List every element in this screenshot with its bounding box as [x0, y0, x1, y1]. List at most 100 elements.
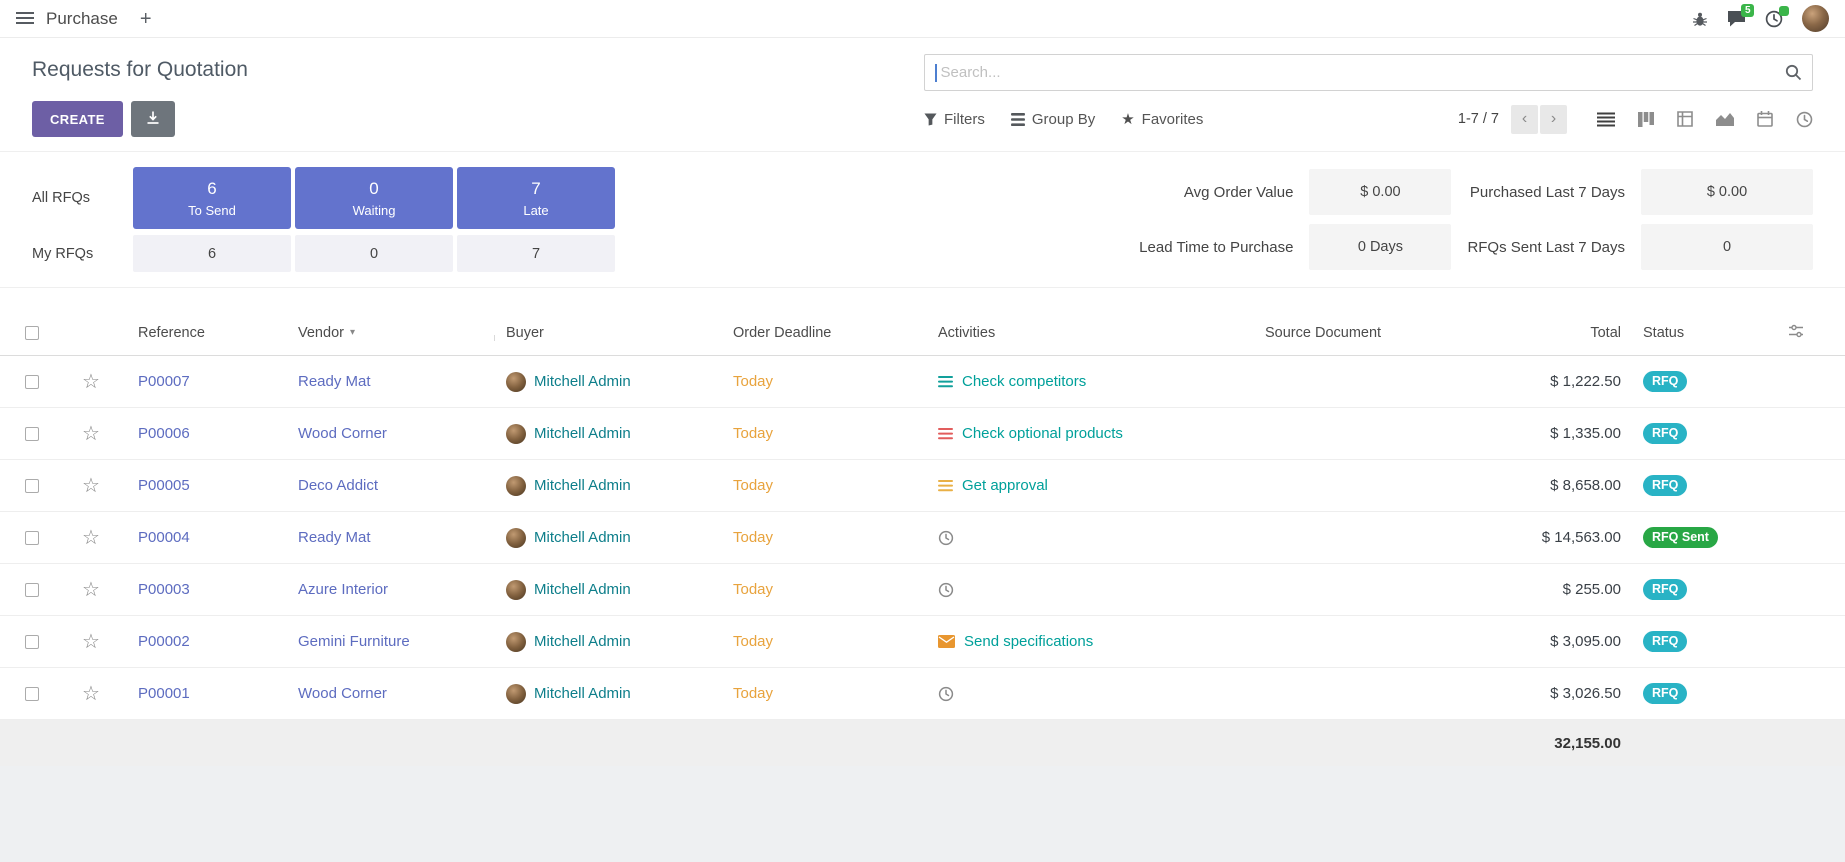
buyer-name: Mitchell Admin — [534, 581, 631, 598]
column-header-status[interactable]: Status — [1635, 325, 1770, 341]
buyer-cell[interactable]: Mitchell Admin — [495, 528, 725, 548]
control-panel: Requests for Quotation CREATE — [0, 38, 1845, 152]
my-late[interactable]: 7 — [457, 235, 615, 272]
column-header-total[interactable]: Total — [1530, 325, 1635, 341]
row-checkbox[interactable] — [25, 375, 39, 389]
vendor-link[interactable]: Ready Mat — [290, 529, 495, 546]
card-late[interactable]: 7 Late — [457, 167, 615, 229]
column-header-source[interactable]: Source Document — [1235, 325, 1530, 341]
vendor-link[interactable]: Wood Corner — [290, 685, 495, 702]
row-checkbox[interactable] — [25, 427, 39, 441]
column-header-reference[interactable]: Reference — [118, 325, 290, 341]
order-deadline: Today — [725, 477, 930, 494]
reference-link[interactable]: P00002 — [118, 633, 290, 650]
reference-link[interactable]: P00003 — [118, 581, 290, 598]
table-row[interactable]: ☆ P00006 Wood Corner Mitchell Admin Toda… — [0, 408, 1845, 460]
table-row[interactable]: ☆ P00005 Deco Addict Mitchell Admin Toda… — [0, 460, 1845, 512]
activity-cell[interactable]: Get approval — [930, 477, 1235, 494]
user-avatar[interactable] — [1802, 5, 1829, 32]
optional-columns-icon[interactable] — [1788, 323, 1804, 343]
rfq-list: Reference Vendor▾ Buyer Order Deadline A… — [0, 310, 1845, 766]
select-all-checkbox[interactable] — [25, 326, 39, 340]
search-icon[interactable] — [1785, 64, 1802, 81]
row-checkbox[interactable] — [25, 687, 39, 701]
row-checkbox[interactable] — [25, 531, 39, 545]
column-header-buyer[interactable]: Buyer — [495, 325, 725, 341]
vendor-link[interactable]: Azure Interior — [290, 581, 495, 598]
table-row[interactable]: ☆ P00004 Ready Mat Mitchell Admin Today … — [0, 512, 1845, 564]
dashboard-clock-view-icon[interactable] — [1796, 111, 1813, 128]
vendor-link[interactable]: Gemini Furniture — [290, 633, 495, 650]
card-to-send[interactable]: 6 To Send — [133, 167, 291, 229]
favorite-star-icon[interactable]: ☆ — [64, 473, 118, 498]
plus-icon[interactable]: + — [140, 9, 152, 29]
download-icon — [145, 110, 161, 129]
table-row[interactable]: ☆ P00002 Gemini Furniture Mitchell Admin… — [0, 616, 1845, 668]
create-button[interactable]: CREATE — [32, 101, 123, 137]
activity-cell[interactable] — [930, 530, 1235, 546]
buyer-cell[interactable]: Mitchell Admin — [495, 476, 725, 496]
my-to-send[interactable]: 6 — [133, 235, 291, 272]
pivot-view-icon[interactable] — [1677, 111, 1693, 127]
vendor-link[interactable]: Ready Mat — [290, 373, 495, 390]
search-input[interactable] — [939, 63, 1786, 82]
buyer-cell[interactable]: Mitchell Admin — [495, 632, 725, 652]
row-checkbox[interactable] — [25, 583, 39, 597]
activities-clock-icon[interactable] — [1765, 10, 1783, 28]
vendor-link[interactable]: Wood Corner — [290, 425, 495, 442]
favorite-star-icon[interactable]: ☆ — [64, 369, 118, 394]
messages-icon[interactable]: 5 — [1727, 10, 1746, 27]
stat-value-rfqs-sent: 0 — [1641, 224, 1813, 270]
bug-icon[interactable] — [1692, 11, 1708, 27]
calendar-view-icon[interactable] — [1757, 111, 1773, 127]
activity-cell[interactable]: Check competitors — [930, 373, 1235, 390]
activity-cell[interactable] — [930, 582, 1235, 598]
search-box[interactable] — [924, 54, 1813, 91]
favorite-star-icon[interactable]: ☆ — [64, 525, 118, 550]
export-button[interactable] — [131, 101, 175, 137]
graph-view-icon[interactable] — [1716, 112, 1734, 126]
kanban-view-icon[interactable] — [1638, 112, 1654, 127]
row-checkbox[interactable] — [25, 635, 39, 649]
favorite-star-icon[interactable]: ☆ — [64, 681, 118, 706]
reference-link[interactable]: P00007 — [118, 373, 290, 390]
activity-cell[interactable]: Send specifications — [930, 633, 1235, 650]
card-waiting[interactable]: 0 Waiting — [295, 167, 453, 229]
favorites-button[interactable]: ★ Favorites — [1121, 110, 1203, 128]
favorite-star-icon[interactable]: ☆ — [64, 421, 118, 446]
table-row[interactable]: ☆ P00007 Ready Mat Mitchell Admin Today … — [0, 356, 1845, 408]
stat-label-rfqs-sent: RFQs Sent Last 7 Days — [1467, 239, 1625, 256]
systray: 5 — [1692, 5, 1829, 32]
favorite-star-icon[interactable]: ☆ — [64, 629, 118, 654]
pager-next-icon[interactable]: › — [1540, 105, 1567, 134]
apps-menu-icon[interactable] — [16, 12, 34, 25]
buyer-cell[interactable]: Mitchell Admin — [495, 372, 725, 392]
column-header-vendor[interactable]: Vendor▾ — [290, 325, 495, 341]
reference-link[interactable]: P00006 — [118, 425, 290, 442]
activity-cell[interactable]: Check optional products — [930, 425, 1235, 442]
buyer-cell[interactable]: Mitchell Admin — [495, 424, 725, 444]
list-view-icon[interactable] — [1597, 112, 1615, 127]
table-row[interactable]: ☆ P00003 Azure Interior Mitchell Admin T… — [0, 564, 1845, 616]
column-header-activities[interactable]: Activities — [930, 325, 1235, 341]
vendor-link[interactable]: Deco Addict — [290, 477, 495, 494]
buyer-cell[interactable]: Mitchell Admin — [495, 580, 725, 600]
buyer-cell[interactable]: Mitchell Admin — [495, 684, 725, 704]
reference-link[interactable]: P00001 — [118, 685, 290, 702]
messages-count-badge: 5 — [1741, 4, 1754, 17]
filters-button[interactable]: Filters — [924, 111, 985, 128]
my-waiting[interactable]: 0 — [295, 235, 453, 272]
stat-label-lead-time: Lead Time to Purchase — [1139, 239, 1293, 256]
table-row[interactable]: ☆ P00001 Wood Corner Mitchell Admin Toda… — [0, 668, 1845, 720]
activity-cell[interactable] — [930, 686, 1235, 702]
table-body: ☆ P00007 Ready Mat Mitchell Admin Today … — [0, 356, 1845, 720]
reference-link[interactable]: P00005 — [118, 477, 290, 494]
group-by-button[interactable]: Group By — [1011, 111, 1095, 128]
reference-link[interactable]: P00004 — [118, 529, 290, 546]
pager-previous-icon[interactable]: ‹ — [1511, 105, 1538, 134]
favorite-star-icon[interactable]: ☆ — [64, 577, 118, 602]
row-checkbox[interactable] — [25, 479, 39, 493]
pager-count: 1-7 / 7 — [1458, 111, 1499, 127]
app-name[interactable]: Purchase — [46, 9, 118, 29]
column-header-deadline[interactable]: Order Deadline — [725, 325, 930, 341]
